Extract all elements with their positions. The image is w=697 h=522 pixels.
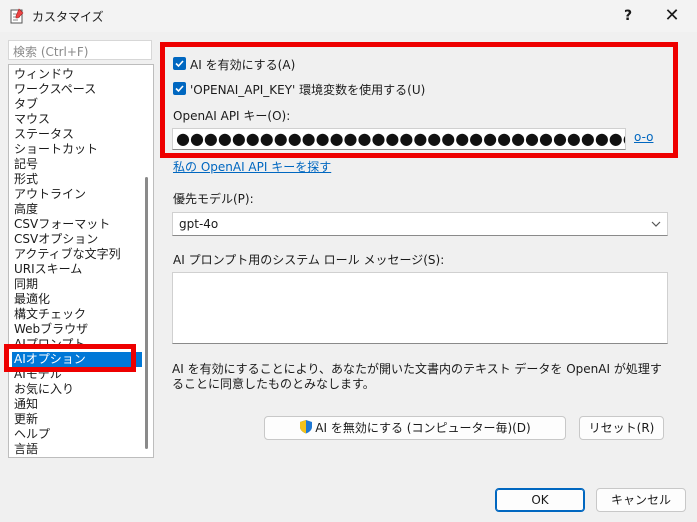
sidebar-item[interactable]: 最適化 [12, 292, 52, 307]
model-value: gpt-4o [179, 217, 219, 231]
sidebar-item[interactable]: 更新 [12, 412, 40, 427]
sidebar-item[interactable]: 通知 [12, 397, 40, 412]
help-button[interactable]: ? [616, 5, 640, 27]
sidebar-item[interactable]: タブ [12, 97, 40, 112]
sidebar-item[interactable]: ショートカット [12, 142, 100, 157]
list-scrollbar[interactable] [145, 177, 148, 449]
system-message-input[interactable] [172, 272, 668, 344]
sidebar-item[interactable]: 言語 [12, 442, 40, 457]
highlight-box-sidebar [4, 344, 136, 372]
system-message-label: AI プロンプト用のシステム ロール メッセージ(S): [173, 253, 445, 267]
search-input[interactable]: 検索 (Ctrl+F) [8, 40, 152, 60]
sidebar-item[interactable]: 記号 [12, 157, 40, 172]
window-title: カスタマイズ [32, 10, 104, 24]
sidebar-item[interactable]: ヘルプ [12, 427, 52, 442]
model-label: 優先モデル(P): [173, 192, 254, 206]
sidebar-item[interactable]: ワークスペース [12, 82, 98, 97]
cancel-button[interactable]: キャンセル [596, 488, 686, 512]
dialog-footer [0, 472, 697, 522]
reset-button[interactable]: リセット(R) [579, 416, 664, 440]
sidebar-item[interactable]: 構文チェック [12, 307, 88, 322]
close-button[interactable]: ✕ [654, 3, 690, 29]
highlight-box-main [160, 42, 678, 158]
disable-ai-label: AI を無効にする (コンピューター毎)(D) [315, 421, 531, 435]
sidebar-item[interactable]: アクティブな文字列 [12, 247, 123, 262]
sidebar-item[interactable]: アウトライン [12, 187, 88, 202]
sidebar-item[interactable]: Webブラウザ [12, 322, 90, 337]
consent-notice: AI を有効にすることにより、あなたが開いた文書内のテキスト データを Open… [172, 362, 662, 391]
shield-icon [300, 420, 313, 434]
notepad-icon [10, 8, 24, 24]
sidebar-item[interactable]: ステータス [12, 127, 76, 142]
find-api-key-link[interactable]: 私の OpenAI API キーを探す [173, 158, 331, 175]
sidebar-item[interactable]: CSVフォーマット [12, 217, 112, 232]
model-select[interactable]: gpt-4o [172, 212, 668, 236]
sidebar-item[interactable]: URIスキーム [12, 262, 84, 277]
sidebar-item[interactable]: ウィンドウ [12, 67, 76, 82]
sidebar-item[interactable]: 同期 [12, 277, 40, 292]
sidebar-item[interactable]: 高度 [12, 202, 40, 217]
title-bar: カスタマイズ ? ✕ [0, 0, 697, 32]
disable-ai-button[interactable]: AI を無効にする (コンピューター毎)(D) [264, 416, 566, 440]
sidebar-item[interactable]: マウス [12, 112, 52, 127]
sidebar-item[interactable]: お気に入り [12, 382, 76, 397]
category-list[interactable]: ウィンドウ ワークスペース タブ マウス ステータス ショートカット 記号 形式 アウトライン高… [8, 64, 154, 458]
ok-button[interactable]: OK [495, 488, 585, 512]
chevron-down-icon [651, 221, 661, 227]
sidebar-item[interactable]: 形式 [12, 172, 40, 187]
sidebar-item[interactable]: CSVオプション [12, 232, 100, 247]
